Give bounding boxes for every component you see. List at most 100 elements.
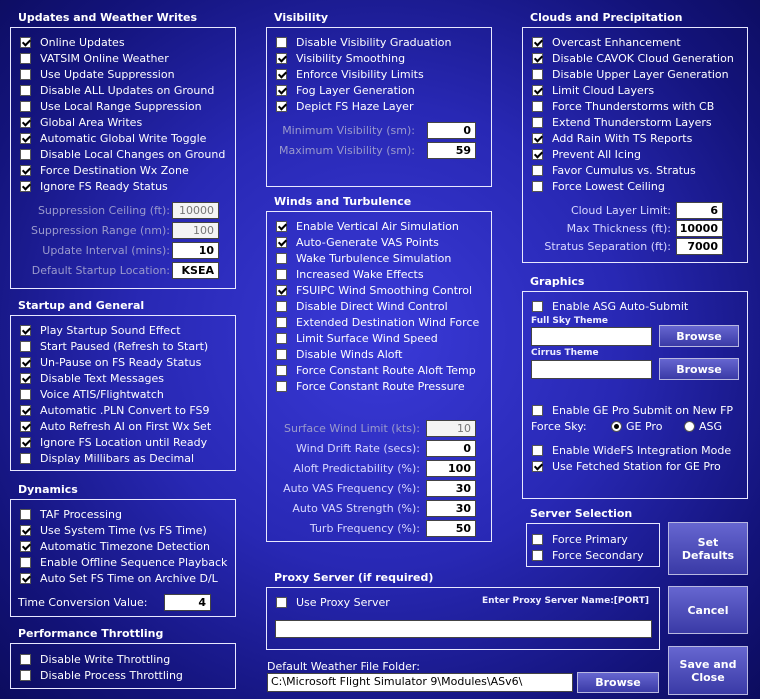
- force-lowest-ceiling-checkbox[interactable]: Force Lowest Ceiling: [532, 178, 665, 194]
- cloud-layer-limit-field[interactable]: 6: [676, 202, 723, 219]
- use-proxy-check-square[interactable]: [276, 596, 287, 608]
- favor-cumulus-vs-stratus-check-square[interactable]: [532, 164, 543, 176]
- fetched-station-checkbox[interactable]: Use Fetched Station for GE Pro: [532, 458, 721, 474]
- suppression-ceiling-field[interactable]: 10000: [172, 202, 219, 219]
- disable-write-throttling-check-square[interactable]: [20, 653, 31, 665]
- visibility-smoothing-check-square[interactable]: [276, 52, 287, 64]
- disable-upper-layer-generation-check-square[interactable]: [532, 68, 543, 80]
- visibility-smoothing-checkbox[interactable]: Visibility Smoothing: [276, 50, 405, 66]
- enable-offline-sequence-playback-checkbox[interactable]: Enable Offline Sequence Playback: [20, 554, 227, 570]
- fetched-station-check-square[interactable]: [532, 460, 543, 472]
- force-constant-route-pressure-checkbox[interactable]: Force Constant Route Pressure: [276, 378, 465, 394]
- disable-local-changes-on-ground-check-square[interactable]: [20, 148, 31, 160]
- voice-atis-flightwatch-check-square[interactable]: [20, 388, 31, 400]
- max-thickness-field[interactable]: 10000: [676, 220, 723, 237]
- force-destination-wx-zone-checkbox[interactable]: Force Destination Wx Zone: [20, 162, 189, 178]
- force-constant-route-aloft-temp-checkbox[interactable]: Force Constant Route Aloft Temp: [276, 362, 476, 378]
- auto-refresh-ai-on-first-wx-set-check-square[interactable]: [20, 420, 31, 432]
- time-conversion-field[interactable]: 4: [164, 594, 211, 611]
- play-startup-sound-effect-checkbox[interactable]: Play Startup Sound Effect: [20, 322, 181, 338]
- depict-fs-haze-layer-checkbox[interactable]: Depict FS Haze Layer: [276, 98, 413, 114]
- wake-turbulence-simulation-check-square[interactable]: [276, 252, 287, 264]
- use-update-suppression-checkbox[interactable]: Use Update Suppression: [20, 66, 175, 82]
- disable-all-updates-on-ground-checkbox[interactable]: Disable ALL Updates on Ground: [20, 82, 214, 98]
- auto-set-fs-time-on-archive-d-l-checkbox[interactable]: Auto Set FS Time on Archive D/L: [20, 570, 218, 586]
- disable-write-throttling-checkbox[interactable]: Disable Write Throttling: [20, 651, 170, 667]
- full-sky-theme-input[interactable]: [531, 327, 652, 346]
- limit-surface-wind-speed-checkbox[interactable]: Limit Surface Wind Speed: [276, 330, 438, 346]
- auto-refresh-ai-on-first-wx-set-checkbox[interactable]: Auto Refresh AI on First Wx Set: [20, 418, 211, 434]
- use-system-time-vs-fs-time-checkbox[interactable]: Use System Time (vs FS Time): [20, 522, 207, 538]
- vatsim-online-weather-check-square[interactable]: [20, 52, 31, 64]
- use-update-suppression-check-square[interactable]: [20, 68, 31, 80]
- auto-generate-vas-points-check-square[interactable]: [276, 236, 287, 248]
- disable-text-messages-check-square[interactable]: [20, 372, 31, 384]
- disable-visibility-graduation-checkbox[interactable]: Disable Visibility Graduation: [276, 34, 451, 50]
- disable-cavok-cloud-generation-check-square[interactable]: [532, 52, 543, 64]
- gepro-submit-check-square[interactable]: [532, 404, 543, 416]
- add-rain-with-ts-reports-check-square[interactable]: [532, 132, 543, 144]
- cirrus-theme-input[interactable]: [531, 360, 652, 379]
- minimum-visibility-field[interactable]: 0: [427, 122, 476, 139]
- disable-upper-layer-generation-checkbox[interactable]: Disable Upper Layer Generation: [532, 66, 729, 82]
- widefs-check-square[interactable]: [532, 444, 543, 456]
- automatic-pln-convert-to-fs9-checkbox[interactable]: Automatic .PLN Convert to FS9: [20, 402, 210, 418]
- voice-atis-flightwatch-checkbox[interactable]: Voice ATIS/Flightwatch: [20, 386, 164, 402]
- maximum-visibility-field[interactable]: 59: [427, 142, 476, 159]
- taf-processing-checkbox[interactable]: TAF Processing: [20, 506, 122, 522]
- force-lowest-ceiling-check-square[interactable]: [532, 180, 543, 192]
- vatsim-online-weather-checkbox[interactable]: VATSIM Online Weather: [20, 50, 169, 66]
- ignore-fs-location-until-ready-checkbox[interactable]: Ignore FS Location until Ready: [20, 434, 207, 450]
- use-system-time-vs-fs-time-check-square[interactable]: [20, 524, 31, 536]
- un-pause-on-fs-ready-status-checkbox[interactable]: Un-Pause on FS Ready Status: [20, 354, 201, 370]
- online-updates-checkbox[interactable]: Online Updates: [20, 34, 125, 50]
- force-thunderstorms-with-cb-check-square[interactable]: [532, 100, 543, 112]
- asg-auto-submit-check-square[interactable]: [532, 300, 543, 312]
- weather-folder-input[interactable]: C:\Microsoft Flight Simulator 9\Modules\…: [267, 673, 573, 692]
- start-paused-refresh-to-start-check-square[interactable]: [20, 340, 31, 352]
- global-area-writes-check-square[interactable]: [20, 116, 31, 128]
- disable-cavok-cloud-generation-checkbox[interactable]: Disable CAVOK Cloud Generation: [532, 50, 734, 66]
- increased-wake-effects-check-square[interactable]: [276, 268, 287, 280]
- automatic-global-write-toggle-check-square[interactable]: [20, 132, 31, 144]
- limit-cloud-layers-check-square[interactable]: [532, 84, 543, 96]
- force-secondary-checkbox[interactable]: Force Secondary: [532, 547, 644, 563]
- enforce-visibility-limits-check-square[interactable]: [276, 68, 287, 80]
- disable-winds-aloft-check-square[interactable]: [276, 348, 287, 360]
- automatic-pln-convert-to-fs9-check-square[interactable]: [20, 404, 31, 416]
- disable-process-throttling-check-square[interactable]: [20, 669, 31, 681]
- gepro-submit-checkbox[interactable]: Enable GE Pro Submit on New FP: [532, 402, 733, 418]
- favor-cumulus-vs-stratus-checkbox[interactable]: Favor Cumulus vs. Stratus: [532, 162, 696, 178]
- suppression-range-field[interactable]: 100: [172, 222, 219, 239]
- automatic-global-write-toggle-checkbox[interactable]: Automatic Global Write Toggle: [20, 130, 206, 146]
- force-sky-gepro-radio[interactable]: GE Pro: [611, 418, 662, 434]
- auto-vas-frequency-field[interactable]: 30: [426, 480, 476, 497]
- turb-frequency-field[interactable]: 50: [426, 520, 476, 537]
- cirrus-browse-button[interactable]: Browse: [659, 358, 739, 380]
- widefs-checkbox[interactable]: Enable WideFS Integration Mode: [532, 442, 731, 458]
- overcast-enhancement-checkbox[interactable]: Overcast Enhancement: [532, 34, 681, 50]
- force-destination-wx-zone-check-square[interactable]: [20, 164, 31, 176]
- surface-wind-limit-kts-field[interactable]: 10: [426, 420, 476, 437]
- automatic-timezone-detection-check-square[interactable]: [20, 540, 31, 552]
- enable-offline-sequence-playback-check-square[interactable]: [20, 556, 31, 568]
- global-area-writes-checkbox[interactable]: Global Area Writes: [20, 114, 142, 130]
- taf-processing-check-square[interactable]: [20, 508, 31, 520]
- fog-layer-generation-check-square[interactable]: [276, 84, 287, 96]
- force-sky-gepro-radio-dot[interactable]: [611, 420, 622, 432]
- enable-vertical-air-simulation-checkbox[interactable]: Enable Vertical Air Simulation: [276, 218, 459, 234]
- weather-folder-browse-button[interactable]: Browse: [577, 672, 659, 693]
- force-constant-route-pressure-check-square[interactable]: [276, 380, 287, 392]
- auto-generate-vas-points-checkbox[interactable]: Auto-Generate VAS Points: [276, 234, 439, 250]
- ignore-fs-ready-status-checkbox[interactable]: Ignore FS Ready Status: [20, 178, 168, 194]
- enable-vertical-air-simulation-check-square[interactable]: [276, 220, 287, 232]
- display-millibars-as-decimal-check-square[interactable]: [20, 452, 31, 464]
- asg-auto-submit-checkbox[interactable]: Enable ASG Auto-Submit: [532, 298, 688, 314]
- force-primary-check-square[interactable]: [532, 533, 543, 545]
- limit-cloud-layers-checkbox[interactable]: Limit Cloud Layers: [532, 82, 654, 98]
- extend-thunderstorm-layers-check-square[interactable]: [532, 116, 543, 128]
- disable-all-updates-on-ground-check-square[interactable]: [20, 84, 31, 96]
- ignore-fs-location-until-ready-check-square[interactable]: [20, 436, 31, 448]
- disable-visibility-graduation-check-square[interactable]: [276, 36, 287, 48]
- wake-turbulence-simulation-checkbox[interactable]: Wake Turbulence Simulation: [276, 250, 451, 266]
